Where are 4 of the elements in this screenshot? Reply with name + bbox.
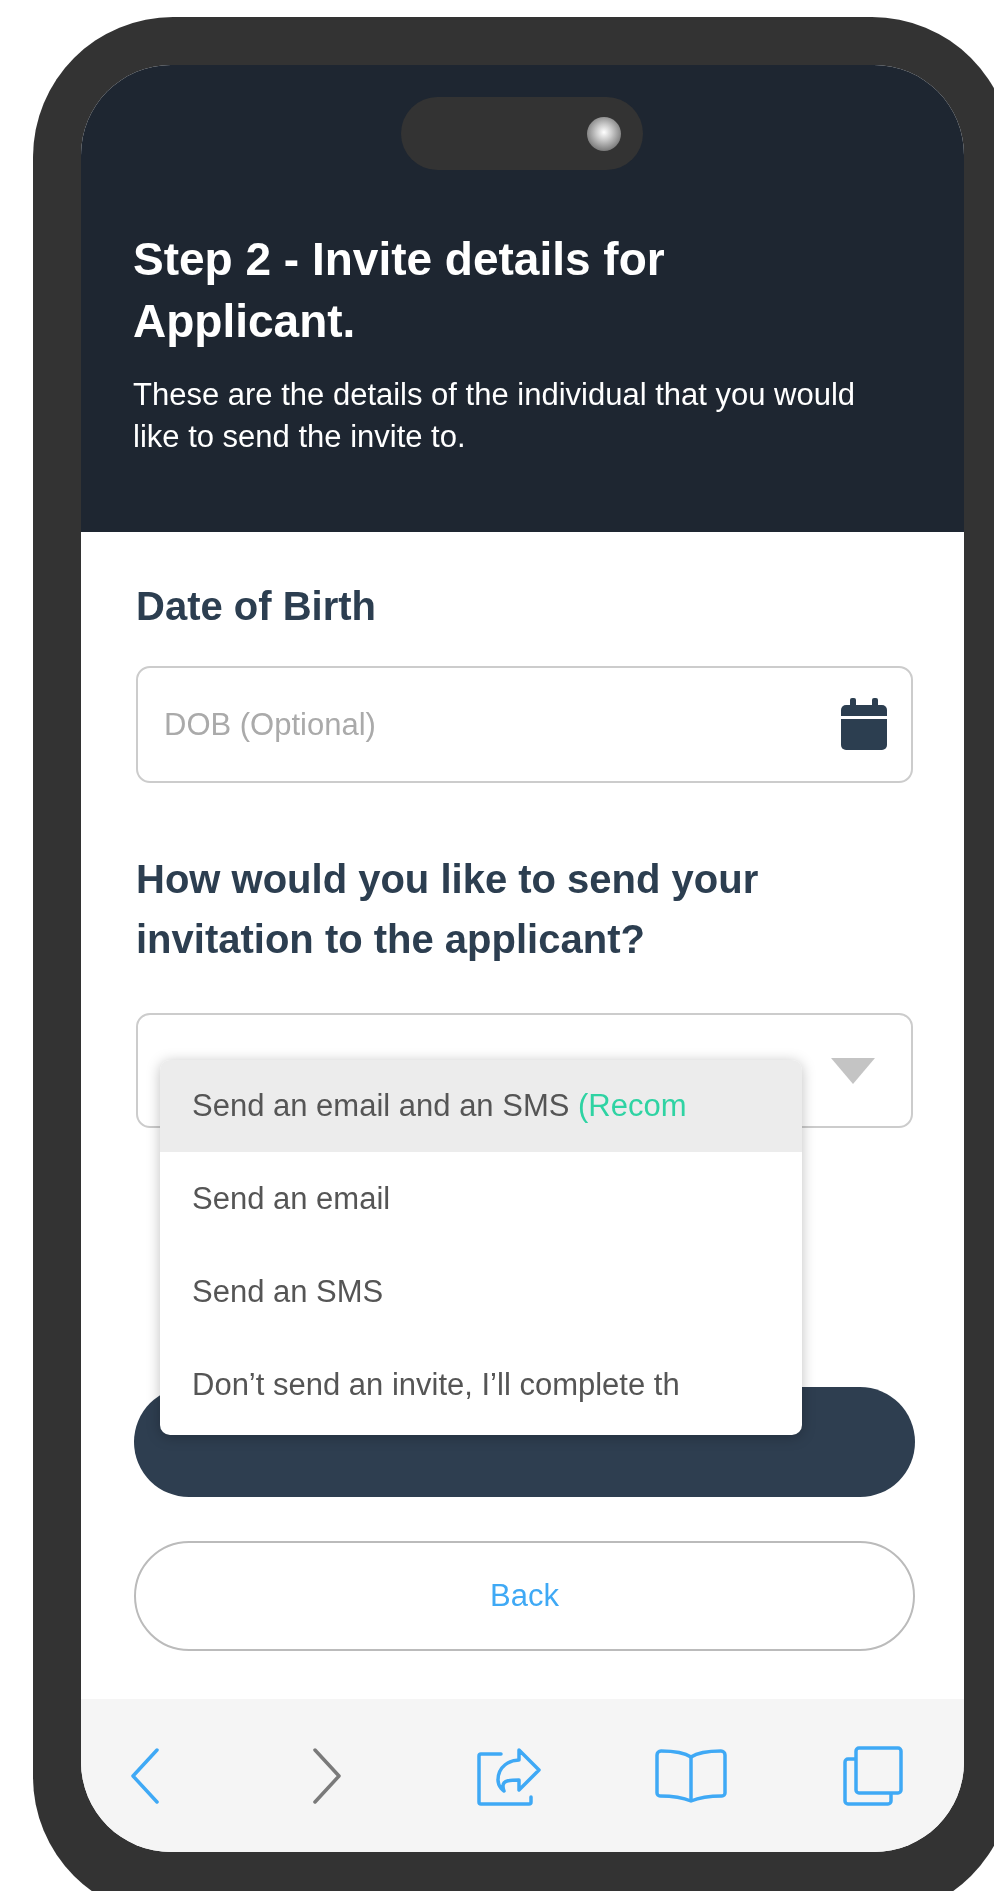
field-label: Date of Birth	[136, 583, 377, 630]
page-title: Step 2 - Invite details for Applicant.	[133, 232, 666, 349]
question-heading: How would you like to send your invitation to the applicant?	[136, 856, 760, 963]
page-subtitle: These are the details of the individual that you would like to send the invite to.	[133, 376, 857, 456]
